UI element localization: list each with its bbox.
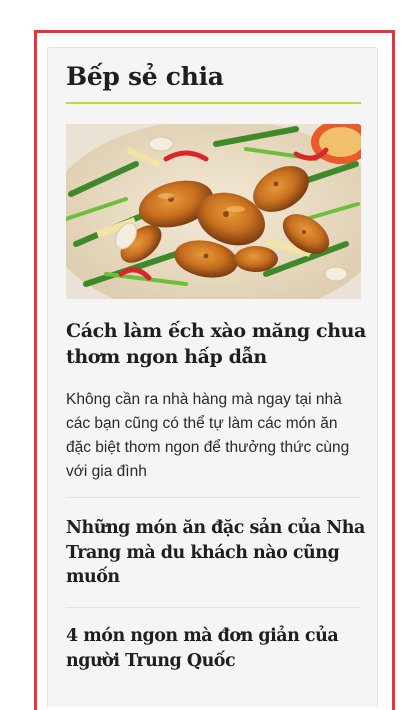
title-underline xyxy=(66,102,361,104)
divider xyxy=(66,497,361,498)
featured-article-title[interactable]: Cách làm ếch xào măng chua thơm ngon hấp… xyxy=(66,318,366,370)
widget-title: Bếp sẻ chia xyxy=(66,62,224,91)
divider xyxy=(66,607,361,608)
article-link[interactable]: 4 món ngon mà đơn giản của người Trung Q… xyxy=(66,624,366,673)
article-link[interactable]: Những món ăn đặc sản của Nha Trang mà du… xyxy=(66,516,366,590)
featured-article-description: Không cần ra nhà hàng mà ngay tại nhà cá… xyxy=(66,391,350,480)
featured-image[interactable] xyxy=(66,124,361,299)
